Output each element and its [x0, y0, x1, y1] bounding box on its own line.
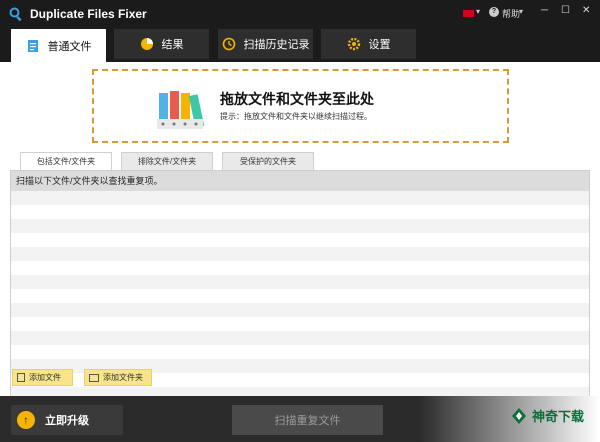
list-row	[11, 247, 589, 261]
list-row	[11, 205, 589, 219]
list-row	[11, 303, 589, 317]
app-logo-icon	[9, 7, 22, 22]
watermark-label: 神奇下载	[532, 409, 585, 424]
tab-label: 设置	[368, 39, 391, 51]
tab-label: 普通文件	[47, 40, 92, 53]
footer-bar: ↑ 立即升级 扫描重复文件 神奇下载	[0, 396, 600, 442]
help-dropdown-icon[interactable]: ▾	[519, 7, 523, 16]
subtab-protected[interactable]: 受保护的文件夹	[222, 152, 314, 170]
list-row	[11, 331, 589, 345]
tab-label: 结果	[161, 39, 184, 51]
scan-duplicates-button[interactable]: 扫描重复文件	[232, 405, 383, 435]
add-file-label: 添加文件	[29, 373, 61, 382]
upgrade-label: 立即升级	[45, 415, 89, 427]
upgrade-now-button[interactable]: ↑ 立即升级	[11, 405, 123, 435]
add-file-button[interactable]: 添加文件	[12, 369, 73, 386]
list-row	[11, 345, 589, 359]
tab-label: 扫描历史记录	[243, 39, 310, 51]
list-row	[11, 191, 589, 205]
drop-zone-title: 拖放文件和文件夹至此处	[220, 91, 374, 107]
tab-settings[interactable]: 设置	[321, 29, 416, 59]
list-header: 扫描以下文件/文件夹以查找重复项。	[11, 171, 589, 191]
tab-normal-files[interactable]: 普通文件	[11, 29, 106, 62]
tab-results[interactable]: 结果	[114, 29, 209, 59]
pie-chart-icon	[140, 38, 153, 50]
folder-icon	[89, 373, 99, 382]
language-flag-icon[interactable]	[463, 10, 474, 17]
document-icon	[27, 39, 38, 52]
main-panel: 拖放文件和文件夹至此处 提示：拖放文件和文件夹以继续扫描过程。 包括文件/文件夹…	[0, 62, 600, 416]
subtab-exclude[interactable]: 排除文件/文件夹	[121, 152, 213, 170]
tab-scan-history[interactable]: 扫描历史记录	[218, 29, 313, 59]
list-row	[11, 233, 589, 247]
watermark-logo-icon	[512, 407, 526, 424]
drop-zone-hint: 提示：拖放文件和文件夹以继续扫描过程。	[220, 112, 372, 121]
list-row	[11, 317, 589, 331]
language-dropdown-icon[interactable]: ▾	[476, 7, 480, 16]
watermark: 神奇下载	[510, 406, 584, 425]
help-icon[interactable]: ?	[489, 7, 499, 17]
file-icon	[17, 373, 25, 382]
list-row	[11, 261, 589, 275]
list-row	[11, 219, 589, 233]
minimize-button[interactable]: ─	[541, 5, 548, 16]
list-row	[11, 275, 589, 289]
title-bar: Duplicate Files Fixer ▾ ? 帮助 ▾ ─ ☐ ✕ 普通文…	[0, 0, 600, 62]
add-folder-button[interactable]: 添加文件夹	[84, 369, 152, 386]
subtab-include[interactable]: 包括文件/文件夹	[20, 152, 112, 170]
help-menu-label[interactable]: 帮助	[502, 7, 520, 20]
list-row	[11, 289, 589, 303]
app-title: Duplicate Files Fixer	[30, 7, 147, 21]
arrow-up-icon: ↑	[17, 411, 35, 429]
history-icon	[222, 37, 235, 51]
gear-icon	[347, 37, 360, 51]
add-folder-label: 添加文件夹	[103, 373, 143, 382]
maximize-button[interactable]: ☐	[561, 5, 570, 16]
folders-icon	[157, 91, 205, 129]
close-button[interactable]: ✕	[582, 5, 590, 16]
drop-zone[interactable]: 拖放文件和文件夹至此处 提示：拖放文件和文件夹以继续扫描过程。	[92, 69, 509, 143]
